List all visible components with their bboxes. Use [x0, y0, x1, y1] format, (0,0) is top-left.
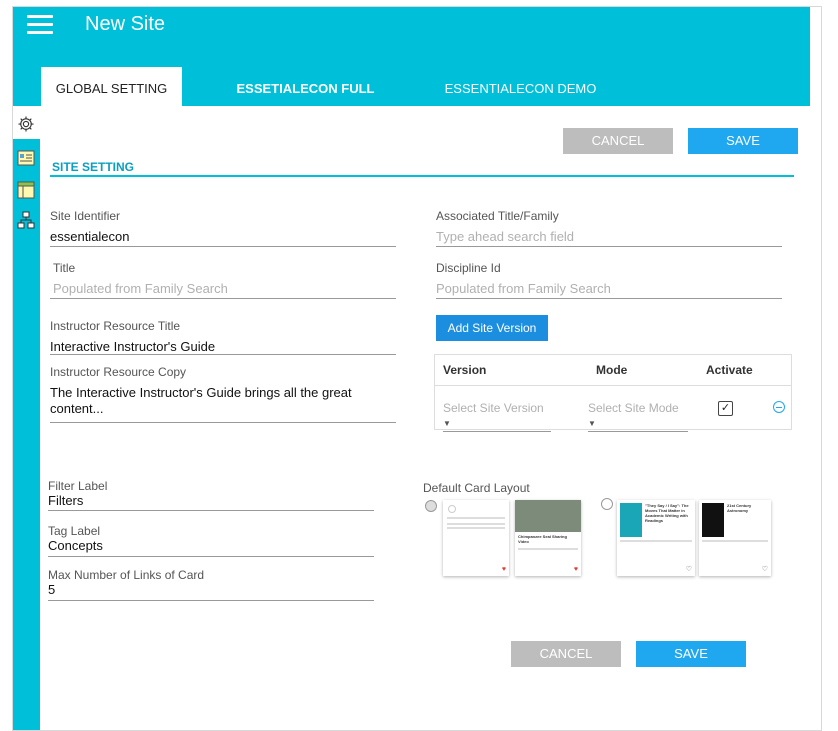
chevron-down-icon: ▼ [588, 419, 596, 428]
cancel-button-bottom[interactable]: CANCEL [511, 641, 621, 667]
field-label: Instructor Resource Copy [50, 365, 187, 379]
field-label: Discipline Id [436, 261, 501, 275]
activate-header: Activate [706, 363, 753, 377]
instructor-resource-title-input[interactable]: Interactive Instructor's Guide [50, 339, 396, 355]
site-version-table: Version Mode Activate Select Site Versio… [434, 354, 792, 432]
field-label: Filter Label [48, 479, 108, 493]
associated-title-input[interactable]: Type ahead search field [436, 229, 782, 244]
section-divider [50, 175, 794, 177]
field-label: Max Number of Links of Card [48, 568, 205, 582]
version-header: Version [443, 363, 487, 377]
instructor-resource-copy-input[interactable]: The Interactive Instructor's Guide bring… [50, 385, 370, 417]
discipline-id-field[interactable]: Discipline Id Populated from Family Sear… [436, 261, 782, 299]
field-label: Tag Label [48, 524, 101, 538]
instructor-resource-copy-field[interactable]: Instructor Resource Copy The Interactive… [50, 365, 396, 423]
card-layout-preview: ♥ [443, 500, 509, 576]
tag-label-field[interactable]: Tag Label Concepts [48, 524, 374, 557]
site-identifier-field[interactable]: Site Identifier essentialecon [50, 209, 396, 247]
discipline-id-input[interactable]: Populated from Family Search [436, 281, 782, 296]
tab-essentialecon-demo[interactable]: ESSENTIALECON DEMO [418, 67, 623, 106]
card-layout-preview: Chimpanzee Seal Sharing Video ♥ [515, 500, 581, 576]
filter-label-field[interactable]: Filter Label Filters [48, 479, 374, 511]
title-input[interactable]: Populated from Family Search [53, 281, 396, 296]
heart-icon: ♥ [573, 566, 578, 573]
field-label: Site Identifier [50, 209, 121, 223]
tag-label-input[interactable]: Concepts [48, 538, 374, 554]
site-mode-select[interactable]: Select Site Mode ▼ [588, 401, 688, 432]
layout-icon[interactable] [17, 181, 35, 199]
side-rail [13, 139, 40, 730]
card-layout-preview: "They Say / I Say": The Moves That Matte… [617, 500, 695, 576]
heart-icon: ♥ [501, 566, 506, 573]
instructor-resource-title-field[interactable]: Instructor Resource Title Interactive In… [50, 319, 396, 355]
field-label: Title [53, 261, 76, 275]
tab-global-setting[interactable]: GLOBAL SETTING [41, 67, 182, 106]
filter-label-input[interactable]: Filters [48, 493, 374, 509]
hamburger-menu-icon[interactable] [27, 15, 53, 35]
site-version-select[interactable]: Select Site Version ▼ [443, 401, 551, 432]
activate-checkbox[interactable]: ✓ [718, 401, 733, 416]
app-window: New Site GLOBAL SETTING ESSETIALECON FUL… [12, 6, 822, 731]
tab-essetialecon-full[interactable]: ESSETIALECON FULL [213, 67, 398, 106]
max-links-field[interactable]: Max Number of Links of Card 5 [48, 568, 374, 601]
cancel-button-top[interactable]: CANCEL [563, 128, 673, 154]
mode-header: Mode [596, 363, 628, 377]
app-header: New Site GLOBAL SETTING ESSETIALECON FUL… [13, 7, 810, 106]
site-card-icon[interactable] [17, 149, 35, 167]
heart-icon: ♡ [685, 566, 692, 573]
card-layout-option-1-radio[interactable] [425, 500, 437, 512]
field-label: Instructor Resource Title [50, 319, 181, 333]
max-links-input[interactable]: 5 [48, 582, 374, 598]
field-label: Associated Title/Family [436, 209, 559, 223]
save-button-top[interactable]: SAVE [688, 128, 798, 154]
card-layout-preview: 21st Century Astronomy ♡ [699, 500, 771, 576]
add-site-version-button[interactable]: Add Site Version [436, 315, 548, 341]
site-identifier-input[interactable]: essentialecon [50, 229, 396, 245]
title-field[interactable]: Title Populated from Family Search [50, 261, 396, 299]
chevron-down-icon: ▼ [443, 419, 451, 428]
page-title: New Site [85, 13, 166, 35]
associated-title-field[interactable]: Associated Title/Family Type ahead searc… [436, 209, 782, 247]
gear-icon[interactable] [17, 115, 35, 133]
card-layout-option-2-radio[interactable] [601, 498, 613, 510]
hierarchy-icon[interactable] [17, 211, 35, 229]
section-title: SITE SETTING [52, 160, 135, 174]
card-layout-label: Default Card Layout [423, 481, 530, 495]
save-button-bottom[interactable]: SAVE [636, 641, 746, 667]
remove-version-icon[interactable] [773, 401, 785, 413]
heart-icon: ♡ [761, 566, 768, 573]
